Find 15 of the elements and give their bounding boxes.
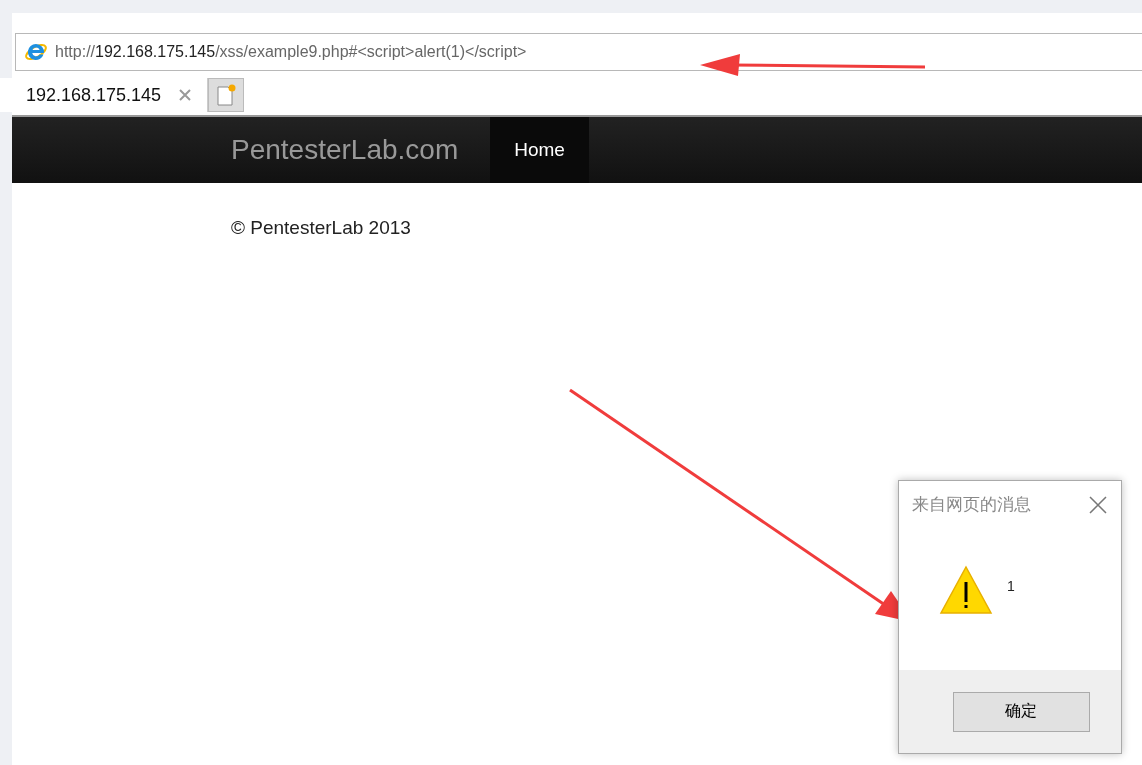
ok-button[interactable]: 确定 [952, 691, 1090, 732]
browser-tab[interactable]: 192.168.175.145 [0, 78, 209, 112]
close-icon[interactable] [1089, 495, 1107, 514]
site-brand[interactable]: PentesterLab.com [231, 134, 459, 166]
tab-title: 192.168.175.145 [26, 84, 162, 106]
new-page-icon [215, 83, 238, 107]
warning-icon [939, 565, 993, 615]
url-text: http://192.168.175.145/xss/example9.php#<script>alert(1)</script> [55, 43, 527, 61]
dialog-message: 1 [1007, 578, 1015, 594]
new-tab-button[interactable] [208, 78, 245, 112]
copyright-text: © PentesterLab 2013 [231, 217, 412, 239]
address-bar[interactable]: http://192.168.175.145/xss/example9.php#<script>alert(1)</script> [15, 33, 1142, 71]
nav-link[interactable]: Home [490, 117, 589, 183]
dialog-title: 来自网页的消息 [912, 494, 1031, 516]
close-icon[interactable] [179, 89, 192, 101]
